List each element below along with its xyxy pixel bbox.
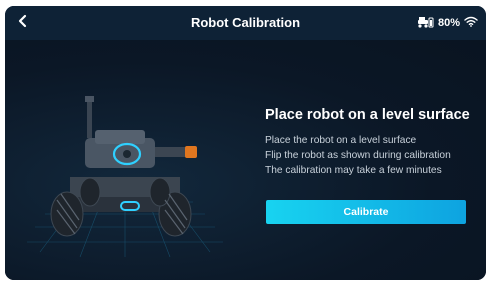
main-content: Place robot on a level surface Place the… <box>5 40 486 280</box>
instruction-line: Flip the robot as shown during calibrati… <box>265 150 451 161</box>
status-bar: 80% <box>417 6 478 40</box>
wifi-icon <box>464 16 478 30</box>
robot-illustration <box>25 52 225 272</box>
robot-battery-icon <box>417 16 434 31</box>
instruction-heading: Place robot on a level surface <box>265 107 470 123</box>
page-title: Robot Calibration <box>190 15 301 30</box>
instruction-list: Place the robot on a level surface Flip … <box>265 133 451 178</box>
instruction-line: The calibration may take a few minutes <box>265 165 442 176</box>
battery-level: 80% <box>437 17 460 29</box>
app-screen: Robot Calibration 80% Place robot on a l… <box>5 6 486 280</box>
calibrate-button[interactable]: Calibrate <box>266 200 466 224</box>
instruction-line: Place the robot on a level surface <box>265 135 417 146</box>
top-bar: Robot Calibration 80% <box>5 6 486 40</box>
